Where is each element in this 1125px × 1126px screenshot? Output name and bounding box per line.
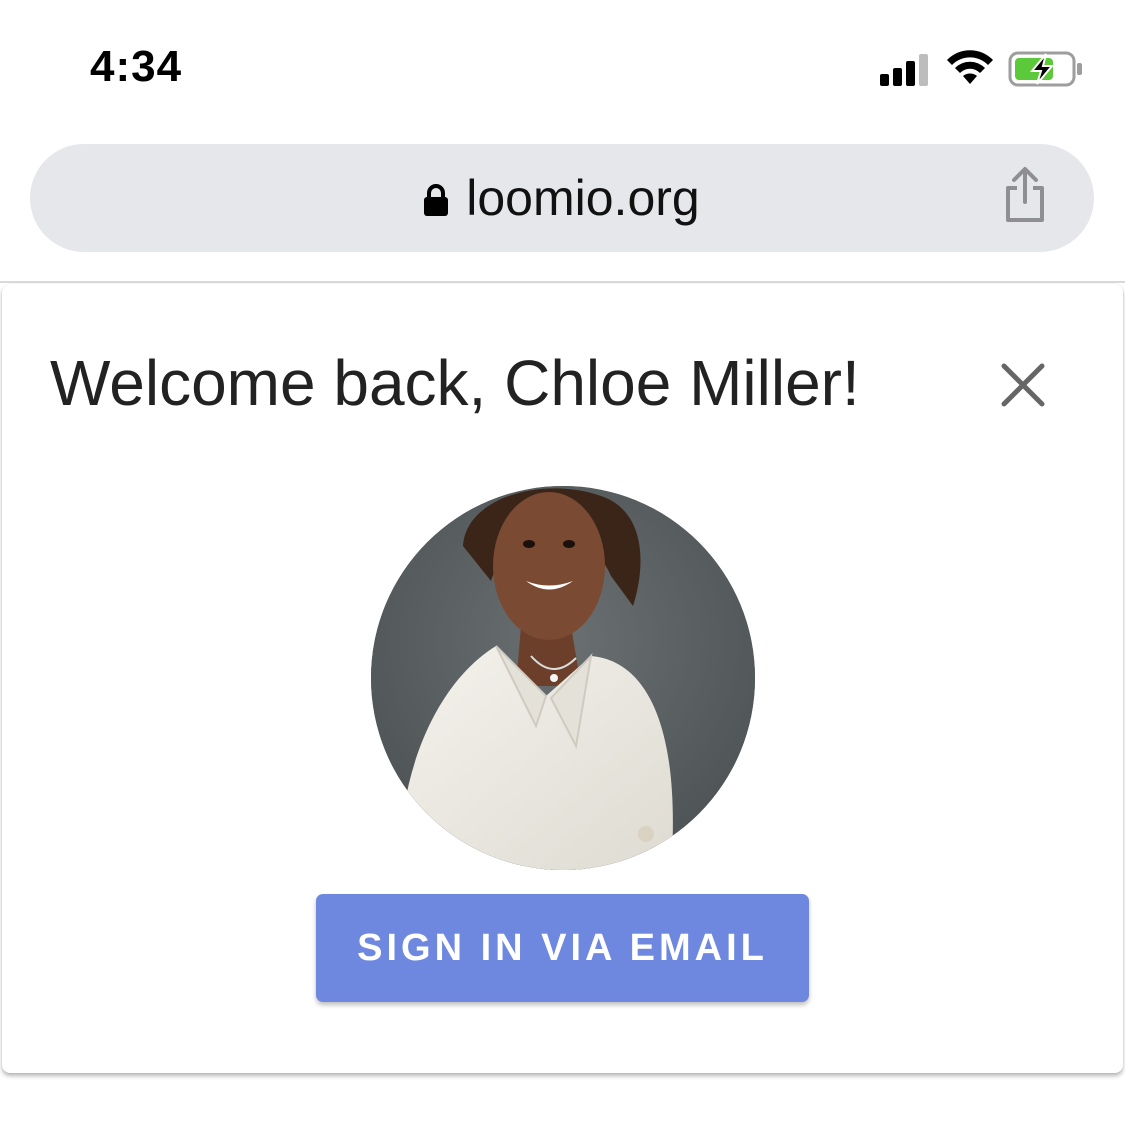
welcome-dialog: Welcome back, Chloe Miller! SIGN IN VIA … [2,284,1123,1073]
battery-charging-icon [1008,51,1082,87]
user-avatar-image [371,486,755,870]
cellular-signal-icon [880,54,928,86]
wifi-icon [947,50,993,84]
lock-icon [424,184,449,216]
share-icon[interactable] [1002,166,1048,224]
status-bar: 4:34 [0,0,1125,130]
address-bar[interactable]: loomio.org [30,144,1094,252]
dialog-title: Welcome back, Chloe Miller! [50,347,860,419]
toolbar-divider [0,281,1125,283]
close-button[interactable] [990,352,1056,418]
status-time: 4:34 [90,42,183,91]
close-icon[interactable] [1001,363,1045,407]
avatar [371,486,755,870]
sign-in-via-email-button[interactable]: SIGN IN VIA EMAIL [316,894,809,1002]
url-text[interactable]: loomio.org [466,169,699,227]
